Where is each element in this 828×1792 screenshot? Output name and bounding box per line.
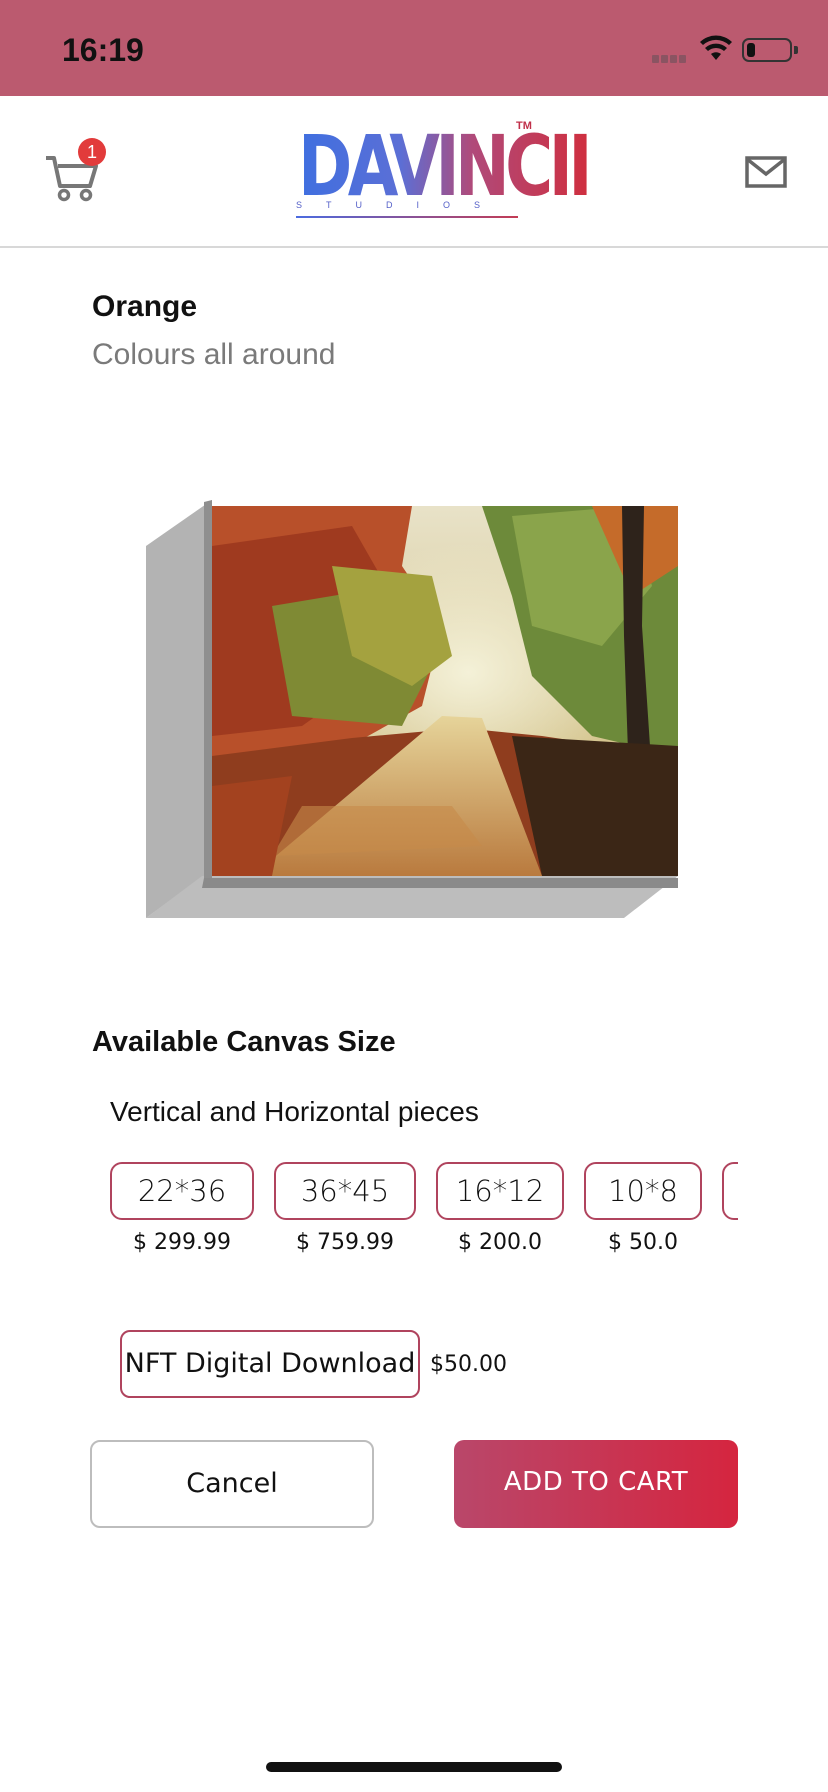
battery-nub bbox=[794, 46, 798, 54]
size-option-16x12[interactable]: 16*12 bbox=[436, 1162, 564, 1220]
size-option-10x8[interactable]: 10*8 bbox=[584, 1162, 702, 1220]
app-header: 1 DAVINCII TM STUDIOS bbox=[0, 96, 828, 248]
size-option-36x45[interactable]: 36*45 bbox=[274, 1162, 416, 1220]
davincii-logo[interactable]: DAVINCII TM STUDIOS bbox=[294, 120, 593, 230]
autumn-forest-image bbox=[212, 506, 678, 876]
size-price-10x8: $ 50.0 bbox=[608, 1230, 678, 1255]
canvas-size-heading: Available Canvas Size bbox=[92, 1026, 396, 1058]
canvas-preview bbox=[146, 500, 686, 920]
product-title: Orange bbox=[92, 290, 198, 323]
cart-badge: 1 bbox=[78, 138, 106, 166]
home-indicator[interactable] bbox=[266, 1762, 562, 1772]
mail-icon[interactable] bbox=[744, 152, 788, 192]
size-price-36x45: $ 759.99 bbox=[296, 1230, 394, 1255]
logo-underline bbox=[296, 216, 518, 218]
logo-subtitle: STUDIOS bbox=[296, 200, 505, 210]
logo-text: DAVINCII bbox=[298, 117, 593, 215]
size-price-22x36: $ 299.99 bbox=[133, 1230, 231, 1255]
nft-price: $50.00 bbox=[430, 1352, 507, 1377]
canvas-size-subheading: Vertical and Horizontal pieces bbox=[110, 1096, 479, 1127]
size-price-16x12: $ 200.0 bbox=[458, 1230, 542, 1255]
cellular-signal-icon bbox=[652, 50, 692, 63]
status-time: 16:19 bbox=[62, 32, 144, 68]
logo-trademark: TM bbox=[516, 120, 532, 132]
size-option-22x36[interactable]: 22*36 bbox=[110, 1162, 254, 1220]
add-to-cart-button[interactable]: ADD TO CART bbox=[454, 1440, 738, 1528]
status-bar: 16:19 bbox=[0, 0, 828, 96]
battery-icon bbox=[742, 38, 792, 62]
cancel-button[interactable]: Cancel bbox=[90, 1440, 374, 1528]
product-subtitle: Colours all around bbox=[92, 338, 336, 371]
size-option-partial[interactable] bbox=[722, 1162, 738, 1220]
nft-download-option[interactable]: NFT Digital Download bbox=[120, 1330, 420, 1398]
canvas-size-options[interactable]: 22*36 $ 299.99 36*45 $ 759.99 16*12 $ 20… bbox=[110, 1162, 738, 1262]
wifi-icon bbox=[700, 35, 732, 60]
